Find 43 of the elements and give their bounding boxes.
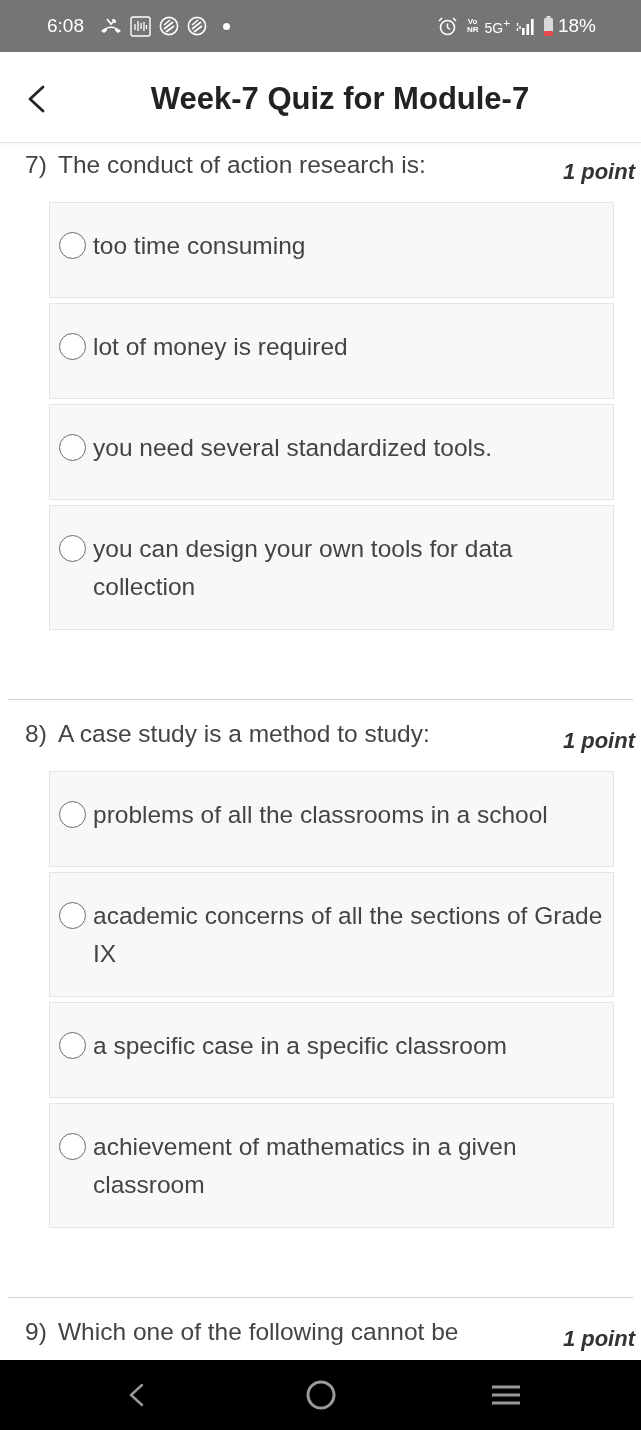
answer-option[interactable]: academic concerns of all the sections of Grade IX xyxy=(49,872,614,997)
radio-button[interactable] xyxy=(59,801,86,828)
radio-button[interactable] xyxy=(59,434,86,461)
points-label: 1 point xyxy=(562,1325,635,1353)
chevron-left-icon xyxy=(27,85,45,113)
radio-button[interactable] xyxy=(59,333,86,360)
circle-stripe-icon xyxy=(187,16,207,36)
radio-button[interactable] xyxy=(59,1032,86,1059)
radio-button[interactable] xyxy=(59,902,86,929)
voice-label: Vo xyxy=(467,18,478,26)
network-type: 5G$^{+}$ xyxy=(484,16,510,36)
answer-option[interactable]: you need several standardized tools. xyxy=(49,404,614,500)
question-number: 9) xyxy=(25,1318,48,1346)
radio-button[interactable] xyxy=(59,232,86,259)
question-number: 8) xyxy=(25,720,48,748)
battery-icon xyxy=(543,16,553,36)
alarm-icon xyxy=(437,16,457,36)
answer-option[interactable]: too time consuming xyxy=(49,202,614,298)
answer-option[interactable]: you can design your own tools for data collection xyxy=(49,505,614,630)
waveform-box-icon xyxy=(130,15,151,37)
radio-button[interactable] xyxy=(59,1133,86,1160)
answer-option[interactable]: achievement of mathematics in a given classroom xyxy=(49,1103,614,1228)
circle-stripe-icon xyxy=(159,16,179,36)
voice-label: NR xyxy=(466,26,479,34)
question-text: The conduct of action research is: xyxy=(58,151,427,179)
question-text: A case study is a method to study: xyxy=(58,720,431,748)
points-label: 1 point xyxy=(562,158,635,186)
battery-percentage: 18% xyxy=(557,15,596,37)
radio-button[interactable] xyxy=(59,535,86,562)
home-icon xyxy=(305,1380,336,1410)
question-number: 7) xyxy=(25,151,48,179)
answer-option[interactable]: problems of all the classrooms in a school xyxy=(49,771,614,867)
menu-icon xyxy=(490,1385,521,1405)
answer-option[interactable]: a specific case in a specific classroom xyxy=(49,1002,614,1098)
question-text: Which one of the following cannot be xyxy=(58,1318,460,1346)
answer-option[interactable]: lot of money is required xyxy=(49,303,614,399)
signal-icon xyxy=(515,17,536,35)
dot-icon xyxy=(223,22,230,30)
chevron-left-icon xyxy=(127,1383,144,1407)
page-title: Week-7 Quiz for Module-7 xyxy=(149,81,531,117)
clock-time: 6:08 xyxy=(47,15,84,37)
missed-call-icon xyxy=(100,18,122,34)
points-label: 1 point xyxy=(562,727,635,755)
